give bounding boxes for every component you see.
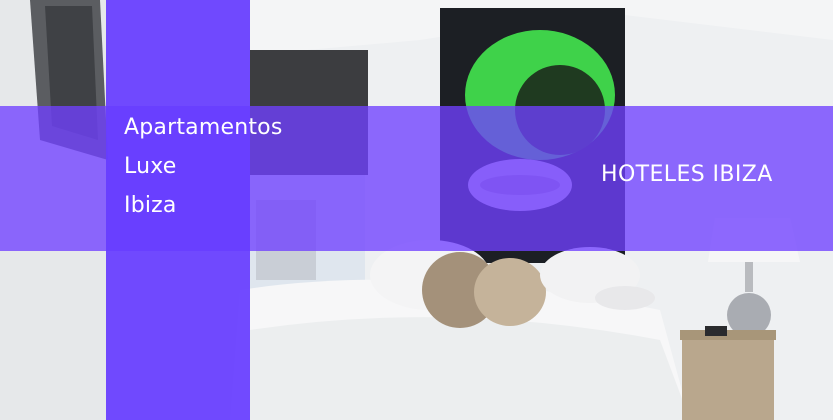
pillow-fur-2 (474, 258, 546, 326)
hero-banner: Apartamentos Luxe Ibiza HOTELES IBIZA (0, 0, 833, 420)
hotel-title-line-3: Ibiza (124, 193, 177, 218)
hotel-title-line-2: Luxe (124, 154, 177, 179)
lamp-stem (745, 262, 753, 292)
phone (705, 326, 727, 336)
nightstand-top (680, 330, 776, 340)
hotel-title: Apartamentos Luxe Ibiza (124, 108, 283, 225)
nightstand (682, 335, 774, 420)
pillow-bolster (595, 286, 655, 310)
category-label: HOTELES IBIZA (601, 162, 773, 187)
hotel-title-line-1: Apartamentos (124, 115, 283, 140)
